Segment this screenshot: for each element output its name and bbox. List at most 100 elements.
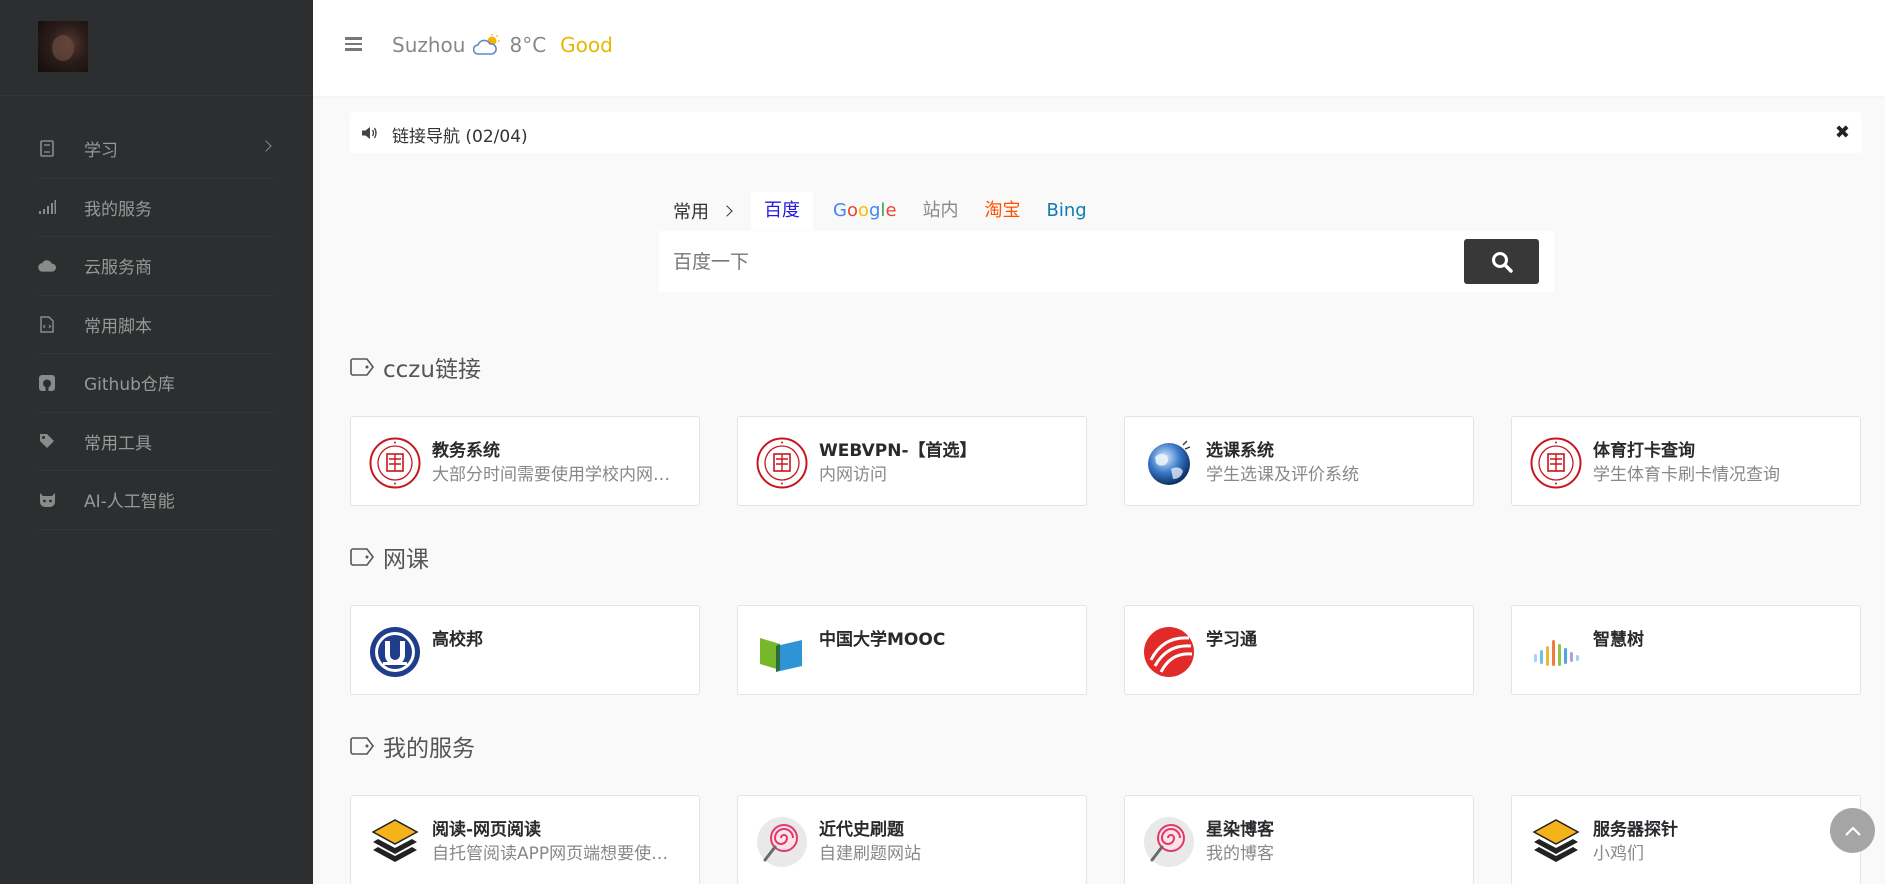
link-card-history-quiz[interactable]: 近代史刷题 自建刷题网站 bbox=[737, 795, 1087, 884]
search-engine-tabs: 常用 百度 Google 站内 淘宝 Bing bbox=[660, 192, 1100, 230]
cczu-seal-logo bbox=[756, 437, 808, 489]
sidebar-item-label: 常用脚本 bbox=[84, 316, 152, 337]
card-title: WEBVPN-【首选】 bbox=[819, 441, 977, 461]
avatar[interactable] bbox=[38, 21, 88, 72]
card-title: 高校邦 bbox=[432, 630, 483, 650]
card-title: 近代史刷题 bbox=[819, 820, 904, 840]
card-title: 中国大学MOOC bbox=[819, 630, 946, 650]
sidebar-item-scripts[interactable]: 常用脚本 bbox=[38, 296, 274, 354]
mooc-logo bbox=[760, 638, 802, 672]
sidebar-item-label: 云服务商 bbox=[84, 258, 152, 279]
layers-logo bbox=[1532, 819, 1580, 862]
sidebar-item-study[interactable]: 学习 bbox=[38, 120, 274, 179]
zhihuishu-logo bbox=[1534, 640, 1579, 666]
link-card-mooc[interactable]: 中国大学MOOC bbox=[737, 605, 1087, 695]
sidebar-item-label: 学习 bbox=[84, 141, 118, 162]
sidebar-item-github[interactable]: Github仓库 bbox=[38, 354, 274, 413]
partly-cloudy-icon bbox=[473, 34, 501, 56]
card-title: 服务器探针 bbox=[1593, 820, 1678, 840]
notice-bar: 链接导航 (02/04) ✖ bbox=[350, 112, 1862, 153]
lollipop-logo bbox=[757, 817, 807, 867]
sidebar-item-tools[interactable]: 常用工具 bbox=[38, 413, 274, 471]
link-card-gaoxiaobang[interactable]: 高校邦 bbox=[350, 605, 700, 695]
tag-outline-icon bbox=[350, 548, 374, 566]
globe-logo bbox=[1148, 440, 1191, 485]
link-card-pe-checkin[interactable]: 体育打卡查询 学生体育卡刷卡情况查询 bbox=[1511, 416, 1861, 506]
gaoxiaobang-logo bbox=[370, 627, 420, 677]
card-title: 体育打卡查询 bbox=[1593, 441, 1695, 461]
cloud-icon bbox=[38, 257, 56, 275]
chevron-right-icon bbox=[721, 205, 733, 217]
weather-temperature: 8°C bbox=[509, 33, 547, 57]
sidebar-item-label: Github仓库 bbox=[84, 375, 175, 396]
card-title: 阅读-网页阅读 bbox=[432, 820, 542, 840]
xuexitong-logo bbox=[1144, 627, 1194, 677]
link-card-blog[interactable]: 星染博客 我的博客 bbox=[1124, 795, 1474, 884]
search-box bbox=[659, 231, 1554, 292]
google-logo-text: Google bbox=[833, 200, 897, 221]
chevron-right-icon bbox=[260, 140, 272, 152]
sidebar-nav: 学习 我的服务 云服务商 常用脚本 Github仓库 常用工具 AI-人工智能 bbox=[38, 120, 274, 530]
link-card-server-probe[interactable]: 服务器探针 小鸡们 bbox=[1511, 795, 1861, 884]
link-card-course-selection[interactable]: 选课系统 学生选课及评价系统 bbox=[1124, 416, 1474, 506]
card-title: 学习通 bbox=[1206, 630, 1257, 650]
sidebar-item-ai[interactable]: AI-人工智能 bbox=[38, 471, 274, 530]
search-icon bbox=[1491, 251, 1513, 273]
book-icon bbox=[38, 140, 56, 158]
cczu-seal-logo bbox=[1530, 437, 1582, 489]
tab-bing[interactable]: Bing bbox=[1034, 192, 1100, 230]
link-card-zhihuishu[interactable]: 智慧树 bbox=[1511, 605, 1861, 695]
tag-outline-icon bbox=[350, 358, 374, 376]
card-description: 自托管阅读APP网页端想要使用请联系我 bbox=[432, 844, 684, 864]
search-input[interactable] bbox=[673, 245, 1453, 279]
script-file-icon bbox=[38, 315, 56, 333]
sidebar-header bbox=[0, 0, 313, 96]
card-description: 我的博客 bbox=[1206, 844, 1274, 864]
sidebar-item-my-services[interactable]: 我的服务 bbox=[38, 179, 274, 237]
tab-baidu[interactable]: 百度 bbox=[751, 192, 813, 230]
section-title-my-services: 我的服务 bbox=[350, 729, 475, 763]
tab-site[interactable]: 站内 bbox=[910, 192, 972, 230]
sidebar-item-label: AI-人工智能 bbox=[84, 492, 175, 513]
link-card-web-reader[interactable]: 阅读-网页阅读 自托管阅读APP网页端想要使用请联系我 bbox=[350, 795, 700, 884]
card-description: 学生选课及评价系统 bbox=[1206, 465, 1359, 485]
notice-text[interactable]: 链接导航 (02/04) bbox=[392, 122, 528, 147]
tab-taobao[interactable]: 淘宝 bbox=[972, 192, 1034, 230]
weather-city: Suzhou bbox=[392, 33, 466, 57]
github-cat-icon bbox=[38, 491, 56, 509]
tag-icon bbox=[38, 432, 56, 450]
github-icon bbox=[38, 374, 56, 392]
card-title: 选课系统 bbox=[1206, 441, 1274, 461]
search-group-label[interactable]: 常用 bbox=[660, 198, 723, 224]
sidebar-item-label: 我的服务 bbox=[84, 199, 152, 220]
card-description: 小鸡们 bbox=[1593, 844, 1644, 864]
card-title: 教务系统 bbox=[432, 441, 500, 461]
card-title: 智慧树 bbox=[1593, 630, 1644, 650]
weather-widget[interactable]: Suzhou 8°C Good bbox=[392, 33, 613, 57]
link-card-academic-system[interactable]: 教务系统 大部分时间需要使用学校内网或VPN访问 bbox=[350, 416, 700, 506]
card-title: 星染博客 bbox=[1206, 820, 1274, 840]
tag-outline-icon bbox=[350, 737, 374, 755]
card-description: 内网访问 bbox=[819, 465, 887, 485]
sidebar-item-label: 常用工具 bbox=[84, 433, 152, 454]
link-card-webvpn[interactable]: WEBVPN-【首选】 内网访问 bbox=[737, 416, 1087, 506]
link-card-xuexitong[interactable]: 学习通 bbox=[1124, 605, 1474, 695]
chevron-up-icon bbox=[1844, 825, 1861, 836]
card-description: 自建刷题网站 bbox=[819, 844, 921, 864]
signal-bars-icon bbox=[38, 198, 56, 216]
air-quality-status: Good bbox=[560, 33, 613, 57]
sidebar-item-cloud-providers[interactable]: 云服务商 bbox=[38, 237, 274, 296]
lollipop-logo bbox=[1144, 817, 1194, 867]
search-button[interactable] bbox=[1464, 239, 1539, 284]
card-description: 大部分时间需要使用学校内网或VPN访问 bbox=[432, 465, 684, 485]
tab-google[interactable]: Google bbox=[813, 192, 910, 230]
close-icon[interactable]: ✖ bbox=[1835, 122, 1850, 143]
menu-toggle-icon[interactable] bbox=[345, 37, 362, 51]
top-header: Suzhou 8°C Good bbox=[313, 0, 1885, 96]
section-title-cczu: cczu链接 bbox=[350, 350, 481, 384]
section-title-online-courses: 网课 bbox=[350, 540, 429, 574]
back-to-top-button[interactable] bbox=[1830, 808, 1875, 853]
speaker-icon bbox=[362, 125, 378, 139]
cczu-seal-logo bbox=[369, 437, 421, 489]
layers-logo bbox=[371, 819, 419, 862]
